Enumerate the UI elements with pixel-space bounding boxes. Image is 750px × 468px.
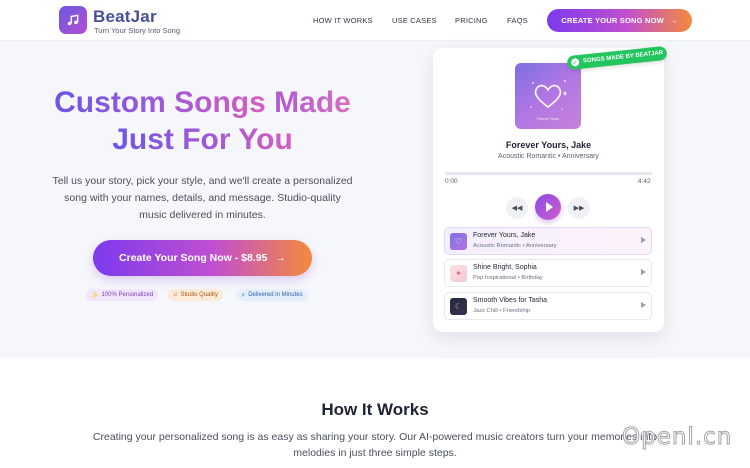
- hero-description-line: song with your names, details, and messa…: [64, 192, 341, 204]
- hero-cta-label: Create Your Song Now - $8.95: [119, 252, 268, 264]
- nav-use-cases[interactable]: USE CASES: [392, 16, 437, 25]
- next-button[interactable]: ▶▶: [568, 197, 590, 219]
- album-cover: Forever Yours: [515, 63, 581, 129]
- how-description-line: Creating your personalized song is as ea…: [92, 431, 658, 443]
- hero-description-line: music delivered in minutes.: [139, 209, 266, 221]
- nav-how-it-works[interactable]: HOW IT WORKS: [313, 16, 373, 25]
- how-it-works-title: How It Works: [321, 400, 429, 419]
- arrow-right-icon: →: [669, 16, 678, 25]
- play-icon: [545, 202, 553, 212]
- track-thumbnail: ♡: [450, 233, 467, 250]
- nav-faqs[interactable]: FAQS: [507, 16, 528, 25]
- hero-title-part-b: Made: [274, 86, 351, 119]
- now-playing-subtitle: Acoustic Romantic • Anniversary: [498, 153, 599, 160]
- cover-caption: Forever Yours: [537, 117, 559, 121]
- track-item[interactable]: ☾ Smooth Vibes for Tasha Jazz Chill • Fr…: [444, 292, 652, 320]
- chip-label: Studio Quality: [180, 292, 218, 298]
- nav-pricing[interactable]: PRICING: [455, 16, 488, 25]
- hero-title-line2: Just For You: [20, 121, 385, 158]
- fast-forward-icon: ▶▶: [573, 205, 585, 212]
- chip-label: 100% Personalized: [101, 292, 154, 298]
- brand-name[interactable]: BeatJar: [93, 7, 157, 27]
- chip-label: Delivered in Minutes: [248, 292, 303, 298]
- music-note-icon: [67, 14, 79, 26]
- track-item[interactable]: ✦ Shine Bright, Sophia Pop Inspirational…: [444, 259, 652, 287]
- hero-description: Tell us your story, pick your style, and…: [35, 173, 370, 224]
- chip-delivered: ⚡ Delivered in Minutes: [236, 289, 308, 301]
- hero-description-line: Tell us your story, pick your style, and…: [52, 175, 353, 187]
- track-subtitle: Jazz Chill • Friendship: [473, 308, 531, 314]
- watermark: Openl.cn: [621, 424, 733, 451]
- heart-icon: ♡: [454, 237, 463, 246]
- rewind-icon: ◀◀: [511, 205, 523, 212]
- progress-bar[interactable]: [445, 172, 652, 175]
- logo[interactable]: [59, 6, 87, 34]
- track-title: Shine Bright, Sophia: [473, 264, 537, 271]
- time-current: 0:00: [445, 178, 458, 185]
- play-icon[interactable]: [641, 237, 646, 243]
- moon-icon: ☾: [454, 302, 463, 311]
- header-cta-label: CREATE YOUR SONG NOW: [561, 16, 664, 25]
- how-it-works-description: Creating your personalized song is as ea…: [60, 429, 690, 461]
- previous-button[interactable]: ◀◀: [506, 197, 528, 219]
- track-title: Forever Yours, Jake: [473, 232, 536, 239]
- lightning-icon: ⚡: [241, 292, 246, 299]
- hero-title-part-a: Custom Songs: [54, 86, 266, 119]
- track-title: Smooth Vibes for Tasha: [473, 297, 548, 304]
- track-item[interactable]: ♡ Forever Yours, Jake Acoustic Romantic …: [444, 227, 652, 255]
- time-total: 4:42: [638, 178, 651, 185]
- track-thumbnail: ✦: [450, 265, 467, 282]
- now-playing-title: Forever Yours, Jake: [505, 140, 592, 150]
- music-note-icon: ♫: [173, 292, 178, 298]
- track-subtitle: Pop Inspirational • Birthday: [473, 275, 543, 281]
- chip-studio-quality: ♫ Studio Quality: [168, 289, 223, 301]
- how-description-line: melodies in just three simple steps.: [293, 447, 457, 459]
- hero-title-line1: Custom Songs Made: [20, 84, 385, 121]
- brand-tagline: Turn Your Story Into Song: [94, 26, 181, 35]
- header-cta-button[interactable]: CREATE YOUR SONG NOW →: [547, 9, 692, 32]
- arrow-right-icon: →: [275, 252, 286, 264]
- play-icon[interactable]: [641, 269, 646, 275]
- sparkles-icon: ✨: [91, 292, 99, 299]
- track-subtitle: Acoustic Romantic • Anniversary: [473, 243, 557, 249]
- chip-personalized: ✨ 100% Personalized: [86, 289, 159, 301]
- figure-icon: ✦: [455, 269, 462, 278]
- hero-title-line2-text: Just For You: [112, 123, 293, 156]
- check-circle-icon: ✓: [570, 57, 580, 67]
- play-icon[interactable]: [641, 302, 646, 308]
- hero-cta-button[interactable]: Create Your Song Now - $8.95 →: [93, 240, 312, 276]
- play-button[interactable]: [535, 194, 561, 220]
- site-header: BeatJar Turn Your Story Into Song HOW IT…: [0, 0, 750, 41]
- track-thumbnail: ☾: [450, 298, 467, 315]
